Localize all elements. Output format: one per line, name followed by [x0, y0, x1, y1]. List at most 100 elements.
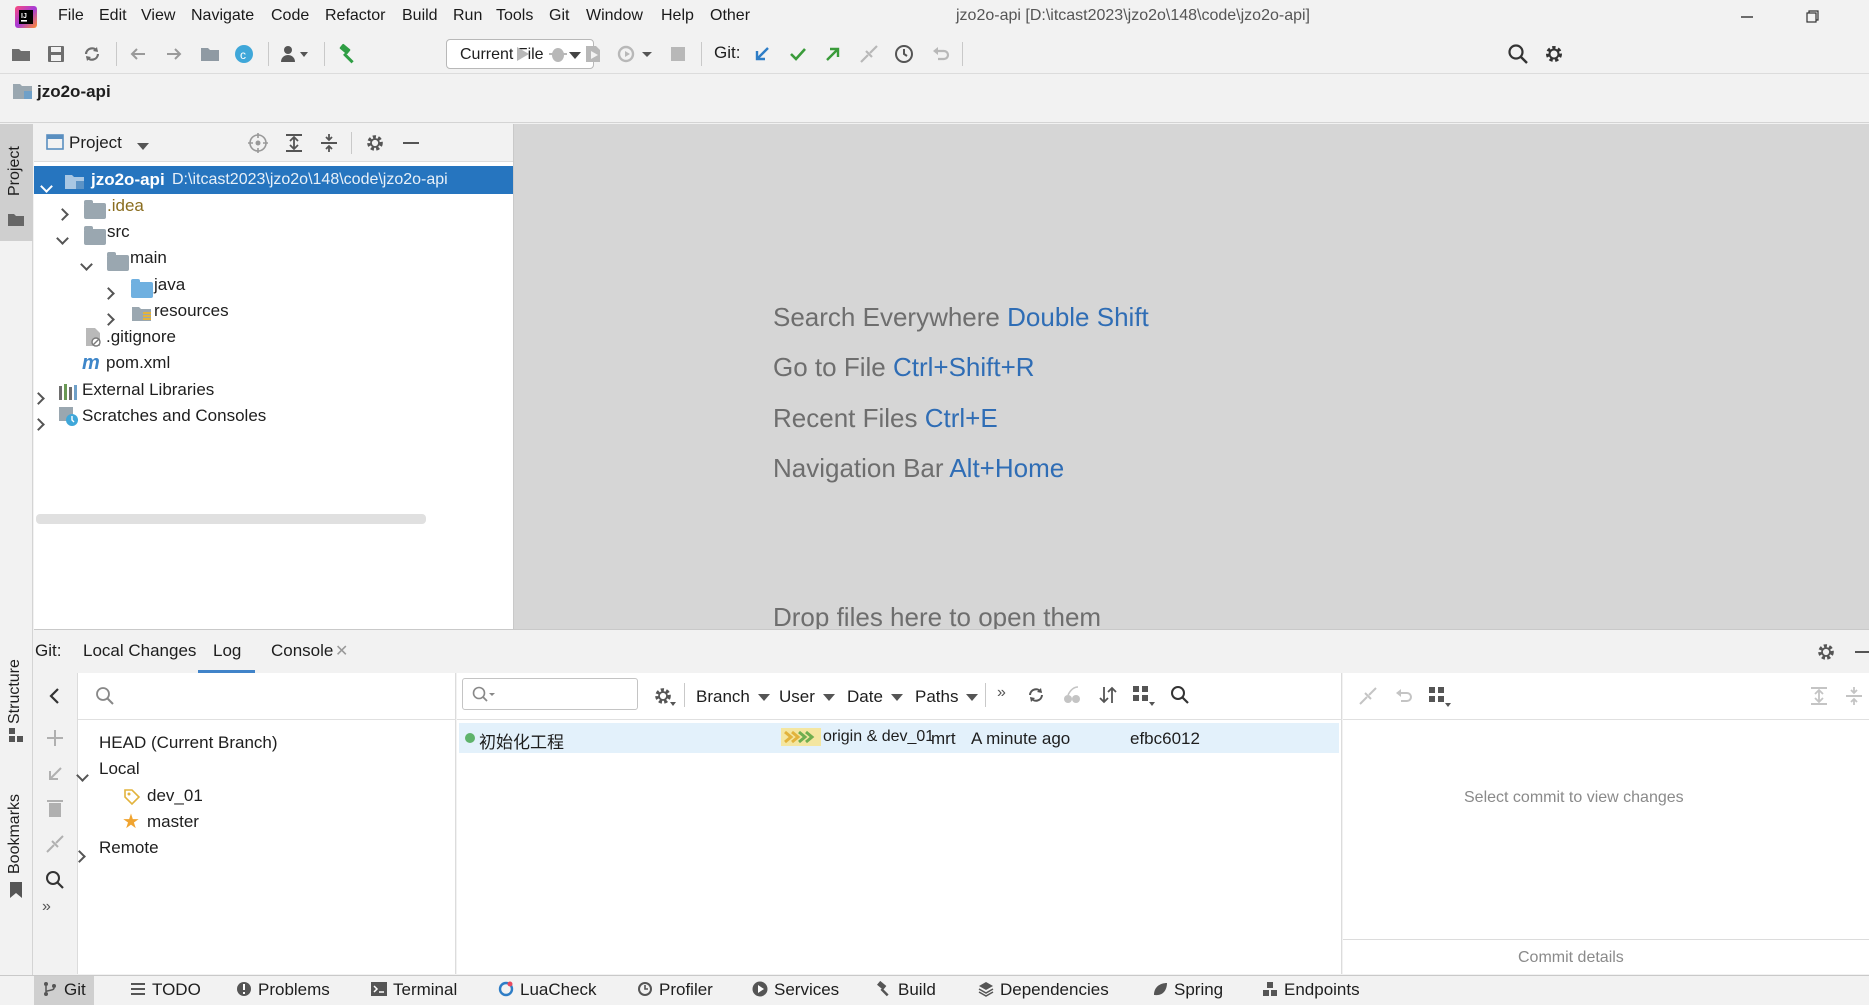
- git-push-icon[interactable]: [821, 42, 845, 66]
- search-branches-icon[interactable]: [44, 869, 66, 891]
- menu-edit[interactable]: Edit: [99, 7, 127, 25]
- bottom-tab-terminal[interactable]: Terminal: [371, 980, 457, 1000]
- more-actions-icon[interactable]: »: [42, 898, 51, 916]
- bottom-tab-build[interactable]: Build: [876, 980, 936, 1000]
- delete-trash-icon[interactable]: [44, 797, 66, 819]
- cherry-pick-icon[interactable]: [1061, 684, 1083, 706]
- tab-log[interactable]: Log: [213, 641, 241, 661]
- menu-navigate[interactable]: Navigate: [191, 7, 254, 25]
- locate-target-icon[interactable]: [247, 132, 269, 154]
- save-icon[interactable]: [44, 42, 68, 66]
- tab-console[interactable]: Console: [271, 641, 333, 661]
- menu-help[interactable]: Help: [661, 7, 694, 25]
- search-everywhere-icon[interactable]: [1506, 42, 1530, 66]
- bottom-tab-git[interactable]: Git: [34, 976, 94, 1005]
- git-update-icon[interactable]: [750, 42, 774, 66]
- menu-tools[interactable]: Tools: [496, 7, 533, 25]
- expand-all-icon[interactable]: [283, 132, 305, 154]
- tab-local-changes[interactable]: Local Changes: [83, 641, 196, 661]
- tab-bookmarks[interactable]: Bookmarks: [0, 764, 33, 898]
- more-run-chevron-icon[interactable]: [640, 42, 654, 66]
- close-tab-icon[interactable]: ✕: [335, 641, 348, 661]
- menu-git[interactable]: Git: [549, 7, 569, 25]
- menu-build[interactable]: Build: [402, 7, 438, 25]
- run-icon[interactable]: [510, 42, 534, 66]
- bottom-tab-profiler[interactable]: Profiler: [637, 980, 713, 1000]
- project-panel-title[interactable]: Project: [69, 133, 122, 153]
- coverage-icon[interactable]: [581, 42, 605, 66]
- filter-branch-dropdown[interactable]: Branch: [696, 687, 770, 707]
- breadcrumb-project[interactable]: jzo2o-api: [37, 82, 111, 102]
- group-by-icon[interactable]: [1427, 685, 1453, 709]
- filter-paths-dropdown[interactable]: Paths: [915, 687, 979, 707]
- view-dropdown-chevron-icon[interactable]: [136, 139, 150, 150]
- rollback-icon[interactable]: [929, 42, 953, 66]
- tree-label-src: src: [107, 222, 130, 241]
- git-window-hide-icon[interactable]: [1852, 641, 1869, 663]
- folder-icon[interactable]: [198, 42, 222, 66]
- build-hammer-icon: [877, 981, 889, 997]
- history-clock-icon[interactable]: [892, 42, 916, 66]
- back-chevron-icon[interactable]: [44, 685, 66, 707]
- sync-icon[interactable]: [80, 42, 104, 66]
- collapse-details-icon[interactable]: [1843, 685, 1865, 707]
- graph-options-icon[interactable]: [1131, 684, 1157, 708]
- back-arrow-icon[interactable]: [126, 42, 150, 66]
- menu-run[interactable]: Run: [453, 7, 482, 25]
- git-merge-icon[interactable]: [857, 42, 881, 66]
- build-hammer-icon[interactable]: [336, 42, 360, 66]
- open-folder-icon[interactable]: [9, 42, 33, 66]
- update-branch-icon[interactable]: [44, 763, 66, 785]
- stop-icon[interactable]: [666, 42, 690, 66]
- menu-code[interactable]: Code: [271, 7, 309, 25]
- compare-branches-icon[interactable]: [44, 833, 66, 855]
- bottom-tab-problems[interactable]: Problems: [236, 980, 330, 1000]
- add-branch-plus-icon[interactable]: [44, 727, 66, 749]
- expand-details-icon[interactable]: [1808, 685, 1830, 707]
- menu-view[interactable]: View: [141, 7, 175, 25]
- bottom-tab-spring[interactable]: Spring: [1152, 980, 1223, 1000]
- sort-icon[interactable]: [1097, 684, 1119, 706]
- git-window-settings-gear-icon[interactable]: [1815, 641, 1837, 663]
- refresh-log-icon[interactable]: [1025, 684, 1047, 706]
- panel-settings-gear-icon[interactable]: [364, 132, 386, 154]
- menu-other[interactable]: Other: [710, 7, 750, 25]
- tree-row-root[interactable]: jzo2o-api D:\itcast2023\jzo2o\148\code\j…: [34, 166, 513, 194]
- tab-structure[interactable]: Structure: [0, 644, 33, 749]
- menu-file[interactable]: File: [58, 7, 84, 25]
- more-filters-icon[interactable]: »: [997, 684, 1006, 702]
- class-c-icon[interactable]: c: [232, 42, 256, 66]
- bottom-tab-endpoints[interactable]: Endpoints: [1262, 980, 1360, 1000]
- branch-search-icon[interactable]: [94, 685, 116, 707]
- git-commit-check-icon[interactable]: [786, 42, 810, 66]
- search-log-icon[interactable]: [1169, 684, 1191, 706]
- commit-hash: efbc6012: [1130, 729, 1200, 748]
- hide-panel-minus-icon[interactable]: [400, 132, 422, 154]
- filter-user-dropdown[interactable]: User: [779, 687, 835, 707]
- bottom-tab-luacheck[interactable]: LuaCheck: [498, 980, 597, 1000]
- star-icon: ★: [122, 811, 140, 833]
- tab-project[interactable]: Project: [0, 124, 33, 241]
- debug-icon[interactable]: [546, 42, 570, 66]
- bottom-tab-todo[interactable]: TODO: [130, 980, 201, 1000]
- log-settings-gear-icon[interactable]: [653, 685, 677, 707]
- diff-merge-icon[interactable]: [1357, 685, 1379, 707]
- menu-refactor[interactable]: Refactor: [325, 7, 385, 25]
- bottom-tab-services[interactable]: Services: [752, 980, 839, 1000]
- filter-date-dropdown[interactable]: Date: [847, 687, 903, 707]
- settings-gear-icon[interactable]: [1542, 42, 1566, 66]
- branch-head[interactable]: HEAD (Current Branch): [99, 729, 278, 757]
- menu-window[interactable]: Window: [586, 7, 643, 25]
- restore-button[interactable]: [1800, 8, 1824, 26]
- horizontal-scrollbar[interactable]: [36, 514, 426, 524]
- bottom-tab-dependencies[interactable]: Dependencies: [978, 980, 1109, 1000]
- bookmark-icon: [9, 882, 23, 898]
- minimize-button[interactable]: [1735, 8, 1759, 26]
- commit-row[interactable]: 初始化工程 origin & dev_01 mrt A minute ago e…: [459, 723, 1339, 753]
- collapse-all-icon[interactable]: [318, 132, 340, 154]
- revert-icon[interactable]: [1393, 685, 1415, 707]
- log-filter-search-field[interactable]: [462, 678, 638, 710]
- user-dropdown-icon[interactable]: [278, 42, 314, 66]
- forward-arrow-icon[interactable]: [162, 42, 186, 66]
- profile-icon[interactable]: [615, 42, 639, 66]
